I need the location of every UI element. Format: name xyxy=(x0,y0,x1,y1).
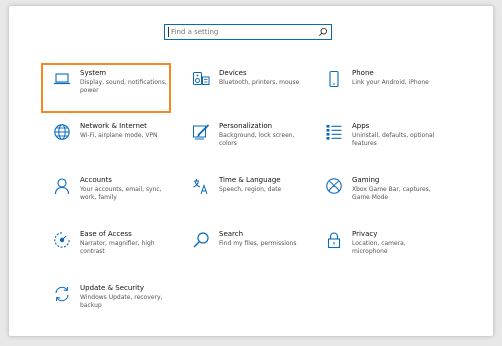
tile-title: Search xyxy=(219,230,244,238)
settings-window: System Display, sound, notifications, po… xyxy=(9,6,493,336)
tile-description: Wi-Fi, airplane mode, VPN xyxy=(80,132,158,139)
tile-description: Narrator, magnifier, high contrast xyxy=(80,240,155,255)
tile-devices[interactable]: Devices Bluetooth, printers, mouse xyxy=(182,65,308,111)
tile-description: Uninstall, defaults, optional features xyxy=(352,132,435,147)
tile-description: Find my files, permissions xyxy=(219,240,297,247)
ease-of-access-icon xyxy=(53,231,71,249)
person-icon xyxy=(53,177,71,195)
text-caret xyxy=(168,27,169,37)
tile-system[interactable]: System Display, sound, notifications, po… xyxy=(41,63,171,113)
tile-personalization[interactable]: Personalization Background, lock screen,… xyxy=(182,118,308,164)
tile-description: Display, sound, notifications, power xyxy=(80,79,167,94)
tile-title: Accounts xyxy=(80,176,112,184)
keyboard-speaker-icon xyxy=(192,70,210,88)
tile-apps[interactable]: Apps Uninstall, defaults, optional featu… xyxy=(315,118,441,164)
tile-description: Bluetooth, printers, mouse xyxy=(219,79,300,86)
search-icon[interactable] xyxy=(318,27,328,37)
laptop-icon xyxy=(53,70,71,88)
tile-description: Windows Update, recovery, backup xyxy=(80,294,163,309)
tile-accounts[interactable]: Accounts Your accounts, email, sync, wor… xyxy=(43,172,169,218)
tile-phone[interactable]: Phone Link your Android, iPhone xyxy=(315,65,441,111)
tile-title: Personalization xyxy=(219,122,273,130)
tile-title: Phone xyxy=(352,69,374,77)
tile-time-language[interactable]: Time & Language Speech, region, date xyxy=(182,172,308,218)
globe-icon xyxy=(53,123,71,141)
tile-description: Your accounts, email, sync, work, family xyxy=(80,186,162,201)
tile-update-security[interactable]: Update & Security Windows Update, recove… xyxy=(43,280,169,326)
sync-icon xyxy=(53,285,71,303)
tile-title: Network & Internet xyxy=(80,122,147,130)
tile-description: Location, camera, microphone xyxy=(352,240,406,255)
tile-title: Time & Language xyxy=(219,176,281,184)
tile-search[interactable]: Search Find my files, permissions xyxy=(182,226,308,272)
tile-privacy[interactable]: Privacy Location, camera, microphone xyxy=(315,226,441,272)
tile-title: Ease of Access xyxy=(80,230,132,238)
xbox-icon xyxy=(325,177,343,195)
tile-description: Background, lock screen, colors xyxy=(219,132,295,147)
screenshot-frame: System Display, sound, notifications, po… xyxy=(0,0,502,346)
time-language-icon xyxy=(192,177,210,195)
phone-icon xyxy=(325,70,343,88)
lock-icon xyxy=(325,231,343,249)
tile-title: Devices xyxy=(219,69,247,77)
apps-list-icon xyxy=(325,123,343,141)
tile-title: System xyxy=(80,69,107,77)
search-input[interactable] xyxy=(171,25,311,39)
tile-network-internet[interactable]: Network & Internet Wi-Fi, airplane mode,… xyxy=(43,118,169,164)
tile-title: Privacy xyxy=(352,230,378,238)
tile-ease-of-access[interactable]: Ease of Access Narrator, magnifier, high… xyxy=(43,226,169,272)
tile-description: Xbox Game Bar, captures, Game Mode xyxy=(352,186,431,201)
tile-description: Link your Android, iPhone xyxy=(352,79,429,86)
tile-title: Update & Security xyxy=(80,284,145,292)
tile-title: Gaming xyxy=(352,176,380,184)
tile-description: Speech, region, date xyxy=(219,186,282,193)
tile-title: Apps xyxy=(352,122,370,130)
magnifier-icon xyxy=(192,231,210,249)
search-box[interactable] xyxy=(164,24,332,40)
tile-gaming[interactable]: Gaming Xbox Game Bar, captures, Game Mod… xyxy=(315,172,441,218)
paint-pen-icon xyxy=(192,123,210,141)
